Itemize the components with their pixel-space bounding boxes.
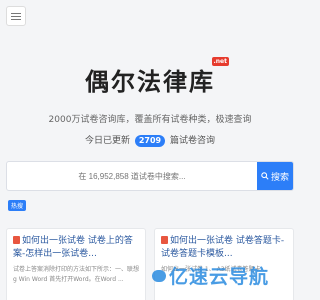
watermark-logo: 亿速云导航: [152, 262, 269, 289]
search-button-label: 搜索: [270, 172, 289, 183]
search-bar: 搜索: [6, 161, 294, 191]
menu-line-icon: [11, 12, 21, 14]
search-button[interactable]: 搜索: [257, 162, 293, 190]
search-input[interactable]: [7, 162, 257, 190]
list-item[interactable]: 如何出一张试卷 试卷上的答案-怎样出一张试卷... 试卷上答案消除打印的方法如下…: [6, 228, 146, 300]
logo-area: 偶尔法律库 .net: [0, 57, 300, 97]
daily-suffix: 篇试卷咨询: [170, 136, 216, 146]
watermark-text: 亿速云导航: [169, 266, 270, 288]
search-icon: [261, 172, 269, 180]
document-icon: [161, 236, 168, 244]
menu-line-icon: [11, 15, 21, 17]
daily-prefix: 今日已更新: [84, 136, 130, 146]
logo-text: 偶尔法律库: [85, 67, 215, 96]
site-subtitle: 2000万试卷咨询库，覆盖所有试卷种类，极速查询: [48, 115, 252, 125]
site-logo[interactable]: 偶尔法律库 .net: [85, 57, 229, 97]
cloud-icon: [152, 269, 166, 282]
menu-line-icon: [11, 18, 21, 20]
card-title[interactable]: 如何出一张试卷 试卷答题卡-试卷答题卡模板...: [161, 235, 287, 261]
card-title-text: 如何出一张试卷 试卷答题卡-试卷答题卡模板...: [161, 236, 285, 259]
daily-count-badge: 2709: [134, 135, 166, 147]
document-icon: [13, 236, 20, 244]
menu-toggle-button[interactable]: [6, 6, 26, 26]
card-excerpt: 试卷上答案消除打印的方法如下所示：一、联想g Win Word 首先打开Word…: [13, 266, 140, 283]
hot-search-tag[interactable]: 热搜: [8, 200, 27, 211]
logo-badge: .net: [211, 57, 229, 66]
daily-update-line: 今日已更新 2709 篇试卷咨询: [0, 133, 300, 147]
card-title[interactable]: 如何出一张试卷 试卷上的答案-怎样出一张试卷...: [13, 235, 139, 261]
card-title-text: 如何出一张试卷 试卷上的答案-怎样出一张试卷...: [13, 236, 133, 259]
